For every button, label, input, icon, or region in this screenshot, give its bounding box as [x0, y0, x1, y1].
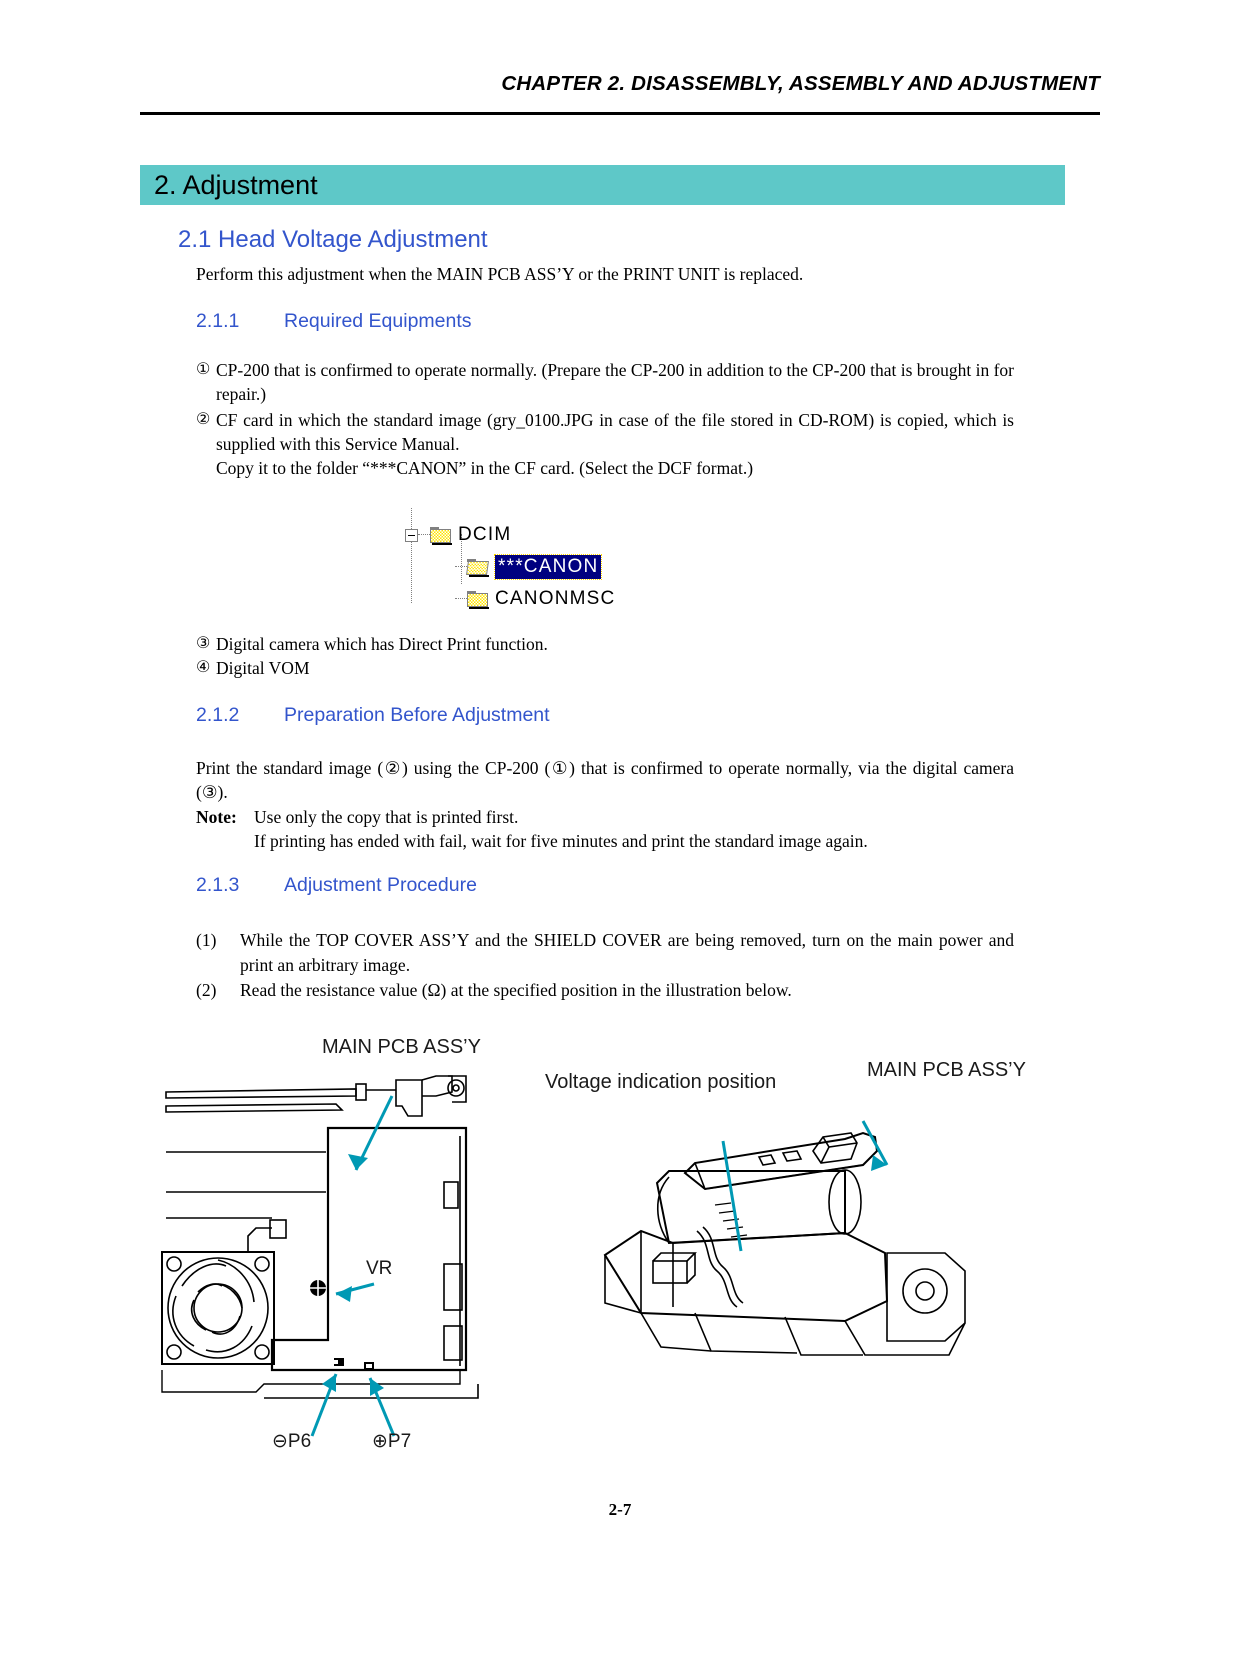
- page-header: CHAPTER 2. DISASSEMBLY, ASSEMBLY AND ADJ…: [140, 72, 1100, 96]
- note-line-2: If printing has ended with fail, wait fo…: [254, 831, 868, 851]
- equipment-item-3-marker: ③: [196, 635, 211, 652]
- equipment-item-2-marker: ②: [196, 411, 211, 428]
- tree-node-dcim[interactable]: DCIM: [405, 522, 511, 548]
- note-line-1: Use only the copy that is printed first.: [254, 807, 519, 827]
- page-footer: 2-7: [0, 1500, 1240, 1520]
- equipment-item-4: ④ Digital VOM: [196, 656, 1014, 680]
- procedure-step-1-marker: (1): [196, 930, 217, 950]
- equipment-item-1: ① CP-200 that is confirmed to operate no…: [196, 358, 1014, 406]
- tree-connector-icon: [455, 598, 467, 600]
- figure-left-label-vr: VR: [366, 1258, 393, 1279]
- chapter-banner: 2. Adjustment: [140, 165, 1065, 205]
- folder-icon: [467, 590, 489, 609]
- main-pcb-top-view-drawing: [161, 1075, 479, 1437]
- procedure-step-1: (1) While the TOP COVER ASS’Y and the SH…: [196, 928, 1014, 978]
- main-pcb-perspective-drawing: [603, 1120, 966, 1356]
- equipment-item-2-cont-text: Copy it to the folder “***CANON” in the …: [216, 458, 754, 478]
- folder-icon: [430, 526, 452, 545]
- equipment-item-1-text: CP-200 that is confirmed to operate norm…: [216, 360, 1014, 404]
- p6-minus-symbol: ⊖: [272, 1431, 288, 1452]
- folder-open-icon: [466, 558, 489, 577]
- running-title: CHAPTER 2. DISASSEMBLY, ASSEMBLY AND ADJ…: [501, 72, 1100, 95]
- tree-node-canon[interactable]: ***CANON: [455, 554, 603, 580]
- tree-node-canonmsc[interactable]: CANONMSC: [455, 586, 615, 612]
- p7-plus-symbol: ⊕: [372, 1431, 388, 1452]
- equipment-item-2-text: CF card in which the standard image (gry…: [216, 410, 1014, 454]
- equipment-item-4-text: Digital VOM: [216, 658, 310, 678]
- header-divider: [140, 112, 1100, 115]
- heading-2-1-2-title: Preparation Before Adjustment: [284, 704, 550, 726]
- tree-node-canon-label: ***CANON: [493, 554, 603, 580]
- chapter-title: 2. Adjustment: [154, 170, 318, 200]
- expander-minus-icon[interactable]: [405, 528, 418, 542]
- figure-main-pcb-top-view: MAIN PCB ASS’Y VR ⊖P6 ⊕P7: [160, 1036, 500, 1460]
- procedure-step-2-marker: (2): [196, 980, 217, 1000]
- page-number: 2-7: [608, 1500, 632, 1519]
- procedure-step-2: (2) Read the resistance value (Ω) at the…: [196, 978, 1014, 1003]
- heading-2-1-1-number: 2.1.1: [196, 310, 240, 332]
- procedure-step-2-text: Read the resistance value (Ω) at the spe…: [240, 980, 792, 1000]
- procedure-step-1-text: While the TOP COVER ASS’Y and the SHIELD…: [240, 930, 1014, 975]
- equipment-item-3: ③ Digital camera which has Direct Print …: [196, 632, 1014, 656]
- p7-text: P7: [387, 1431, 412, 1452]
- p6-text: P6: [287, 1431, 312, 1452]
- heading-2-1: 2.1 Head Voltage Adjustment: [178, 226, 488, 253]
- figure-right-label-voltage-position: Voltage indication position: [545, 1071, 777, 1093]
- callout-arrows: [721, 1120, 889, 1252]
- tree-connector-icon: [418, 534, 430, 536]
- tree-connector-icon: [455, 566, 467, 568]
- heading-2-1-2-number: 2.1.2: [196, 704, 240, 726]
- heading-2-1-3-number: 2.1.3: [196, 874, 240, 896]
- tree-node-canonmsc-label: CANONMSC: [495, 588, 616, 609]
- equipment-item-3-text: Digital camera which has Direct Print fu…: [216, 634, 548, 654]
- equipment-item-1-marker: ①: [196, 361, 211, 378]
- heading-2-1-3-title: Adjustment Procedure: [284, 874, 477, 896]
- figure-main-pcb-perspective-view: Voltage indication position MAIN PCB ASS…: [545, 1055, 1045, 1385]
- note-block: Note: Use only the copy that is printed …: [196, 805, 1014, 853]
- heading-2-1-3: 2.1.3 Adjustment Procedure: [196, 874, 477, 897]
- section-2-1-intro: Perform this adjustment when the MAIN PC…: [196, 264, 804, 284]
- figure-left-label-p7: ⊕P7: [372, 1430, 411, 1453]
- folder-tree-figure: DCIM ***CANON CANONMSC: [405, 508, 665, 609]
- figure-left-label-p6: ⊖P6: [272, 1430, 311, 1453]
- heading-2-1-2: 2.1.2 Preparation Before Adjustment: [196, 704, 550, 727]
- equipment-item-2-cont: Copy it to the folder “***CANON” in the …: [196, 456, 1014, 480]
- equipment-item-4-marker: ④: [196, 659, 211, 676]
- equipment-item-2: ② CF card in which the standard image (g…: [196, 408, 1014, 456]
- figure-left-label-main-pcb: MAIN PCB ASS’Y: [322, 1036, 481, 1058]
- heading-2-1-1-title: Required Equipments: [284, 310, 472, 332]
- heading-2-1-1: 2.1.1 Required Equipments: [196, 310, 472, 333]
- figure-right-label-main-pcb: MAIN PCB ASS’Y: [867, 1059, 1026, 1081]
- note-label: Note:: [196, 807, 237, 827]
- section-2-1-2-paragraph: Print the standard image (②) using the C…: [196, 758, 1014, 802]
- tree-node-dcim-label: DCIM: [458, 524, 512, 545]
